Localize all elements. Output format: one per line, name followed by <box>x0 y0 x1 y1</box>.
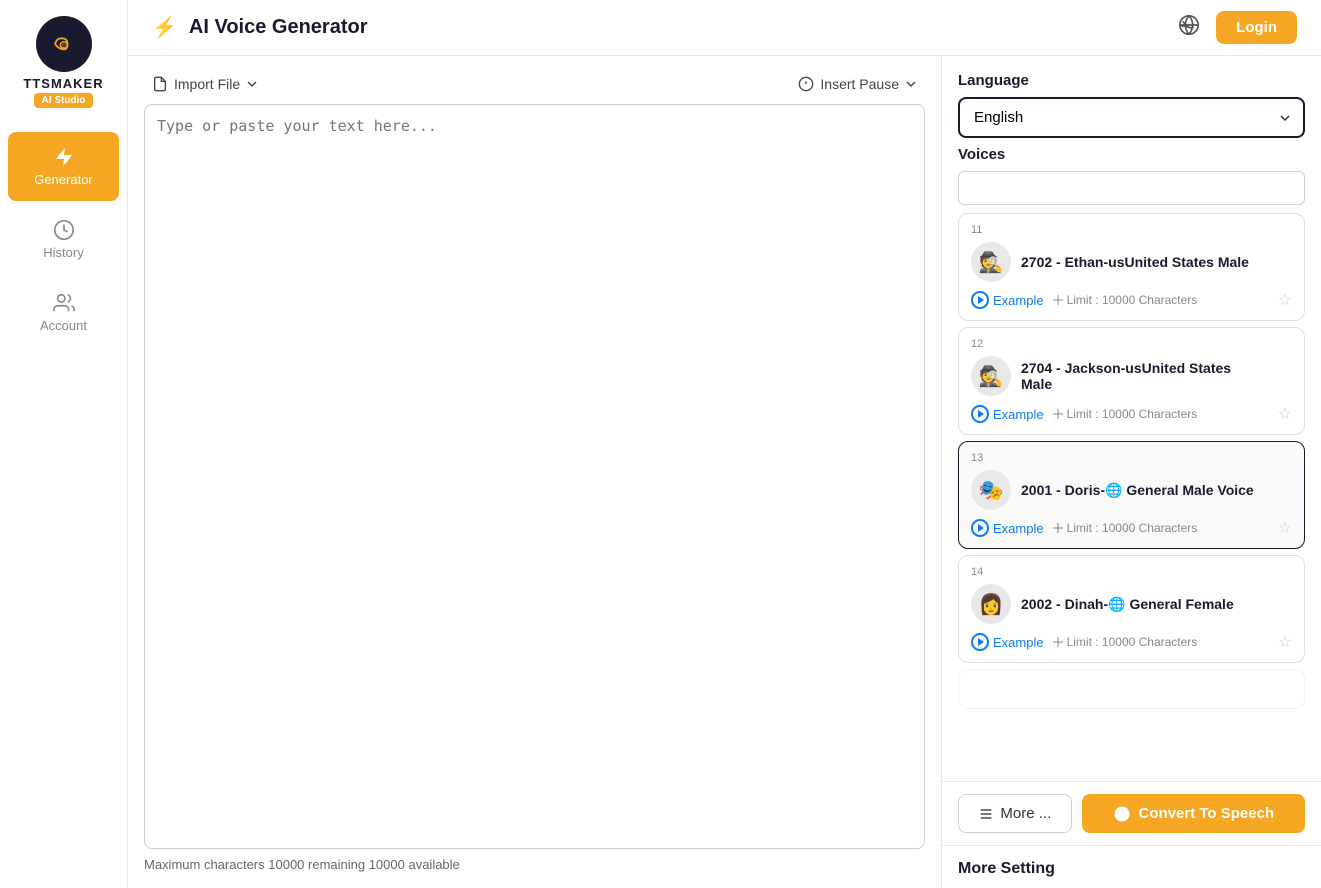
voice-num-14: 14 <box>971 566 1292 578</box>
voice-card-13[interactable]: 13 🎭 2001 - Doris-🌐 General Male Voice E… <box>958 441 1305 549</box>
bottom-action-bar: More ... Convert To Speech <box>942 781 1321 845</box>
nav-items: Generator History Account <box>0 132 127 347</box>
more-button[interactable]: More ... <box>958 794 1072 833</box>
voice-num-13: 13 <box>971 452 1292 464</box>
play-icon-12 <box>971 405 989 423</box>
topbar-actions: Login <box>1174 10 1297 45</box>
right-panel: Language EnglishSpanishFrenchGermanChine… <box>941 56 1321 888</box>
voice-footer-12: Example Limit : 10000 Characters ☆ <box>971 404 1292 424</box>
voice-header-13: 🎭 2001 - Doris-🌐 General Male Voice <box>971 470 1292 510</box>
sidebar-item-history[interactable]: History <box>0 205 127 274</box>
voice-card-12[interactable]: 12 🕵️ 2704 - Jackson-usUnited StatesMale… <box>958 327 1305 435</box>
play-example-14[interactable]: Example <box>971 633 1044 651</box>
main-area: ⚡ AI Voice Generator Login Import File I… <box>128 0 1321 888</box>
voice-num-11: 11 <box>971 224 1292 236</box>
sidebar-item-account[interactable]: Account <box>0 278 127 347</box>
play-example-11[interactable]: Example <box>971 291 1044 309</box>
voices-list: 11 🕵️ 2702 - Ethan-usUnited States Male … <box>958 213 1305 773</box>
star-btn-14[interactable]: ☆ <box>1278 632 1292 652</box>
ai-badge: AI Studio <box>34 93 94 108</box>
voice-avatar-12: 🕵️ <box>971 356 1011 396</box>
star-btn-11[interactable]: ☆ <box>1278 290 1292 310</box>
voice-footer-14: Example Limit : 10000 Characters ☆ <box>971 632 1292 652</box>
sidebar-item-account-label: Account <box>40 318 87 333</box>
char-limit-12: Limit : 10000 Characters <box>1052 407 1198 421</box>
voice-header-14: 👩 2002 - Dinah-🌐 General Female <box>971 584 1292 624</box>
voice-name-14: 2002 - Dinah-🌐 General Female <box>1021 596 1292 613</box>
content-area: Import File Insert Pause Maximum charact… <box>128 56 1321 888</box>
voices-section: Voices 11 🕵️ 2702 - Ethan-usUnited State… <box>942 146 1321 781</box>
sidebar-item-history-label: History <box>43 245 83 260</box>
convert-to-speech-button[interactable]: Convert To Speech <box>1082 794 1305 833</box>
star-btn-13[interactable]: ☆ <box>1278 518 1292 538</box>
voice-avatar-14: 👩 <box>971 584 1011 624</box>
play-icon-11 <box>971 291 989 309</box>
play-example-12[interactable]: Example <box>971 405 1044 423</box>
import-file-label: Import File <box>174 76 240 92</box>
page-title: AI Voice Generator <box>189 16 1162 39</box>
logo-circle <box>36 16 92 72</box>
voice-num-12: 12 <box>971 338 1292 350</box>
char-limit-13: Limit : 10000 Characters <box>1052 521 1198 535</box>
voice-avatar-11: 🕵️ <box>971 242 1011 282</box>
logo-area: TTSMAKER AI Studio <box>23 16 103 108</box>
lightning-icon: ⚡ <box>152 15 177 40</box>
voice-card-11[interactable]: 11 🕵️ 2702 - Ethan-usUnited States Male … <box>958 213 1305 321</box>
text-editor[interactable] <box>144 104 925 849</box>
login-button[interactable]: Login <box>1216 11 1297 44</box>
topbar: ⚡ AI Voice Generator Login <box>128 0 1321 56</box>
more-label: More ... <box>1000 805 1051 822</box>
more-setting-title: More Setting <box>958 860 1305 878</box>
sidebar-item-generator[interactable]: Generator <box>8 132 119 201</box>
import-file-button[interactable]: Import File <box>144 72 266 96</box>
language-section: Language EnglishSpanishFrenchGermanChine… <box>942 56 1321 146</box>
sidebar-item-generator-label: Generator <box>34 172 93 187</box>
play-icon-13 <box>971 519 989 537</box>
voice-footer-11: Example Limit : 10000 Characters ☆ <box>971 290 1292 310</box>
editor-toolbar: Import File Insert Pause <box>144 72 925 96</box>
voices-label: Voices <box>958 146 1305 163</box>
char-limit-11: Limit : 10000 Characters <box>1052 293 1198 307</box>
char-limit-14: Limit : 10000 Characters <box>1052 635 1198 649</box>
play-icon-14 <box>971 633 989 651</box>
voice-card-15[interactable] <box>958 669 1305 709</box>
voice-header-11: 🕵️ 2702 - Ethan-usUnited States Male <box>971 242 1292 282</box>
example-label-12: Example <box>993 407 1044 422</box>
language-select[interactable]: EnglishSpanishFrenchGermanChineseJapanes… <box>958 97 1305 138</box>
voice-avatar-13: 🎭 <box>971 470 1011 510</box>
translate-icon-btn[interactable] <box>1174 10 1204 45</box>
voice-name-11: 2702 - Ethan-usUnited States Male <box>1021 254 1292 270</box>
voice-card-14[interactable]: 14 👩 2002 - Dinah-🌐 General Female Examp… <box>958 555 1305 663</box>
play-example-13[interactable]: Example <box>971 519 1044 537</box>
voice-search-input[interactable] <box>958 171 1305 205</box>
more-setting-bar: More Setting <box>942 845 1321 888</box>
voice-header-12: 🕵️ 2704 - Jackson-usUnited StatesMale <box>971 356 1292 396</box>
sidebar: TTSMAKER AI Studio Generator History Acc… <box>0 0 128 888</box>
insert-pause-button[interactable]: Insert Pause <box>790 72 925 96</box>
char-count: Maximum characters 10000 remaining 10000… <box>144 857 925 872</box>
example-label-13: Example <box>993 521 1044 536</box>
voice-name-13: 2001 - Doris-🌐 General Male Voice <box>1021 482 1292 499</box>
star-btn-12[interactable]: ☆ <box>1278 404 1292 424</box>
voice-footer-13: Example Limit : 10000 Characters ☆ <box>971 518 1292 538</box>
language-label: Language <box>958 72 1305 89</box>
insert-pause-label: Insert Pause <box>820 76 899 92</box>
example-label-11: Example <box>993 293 1044 308</box>
voice-name-12: 2704 - Jackson-usUnited StatesMale <box>1021 360 1292 392</box>
convert-label: Convert To Speech <box>1139 805 1275 822</box>
brand-name: TTSMAKER <box>23 76 103 91</box>
editor-pane: Import File Insert Pause Maximum charact… <box>128 56 941 888</box>
example-label-14: Example <box>993 635 1044 650</box>
